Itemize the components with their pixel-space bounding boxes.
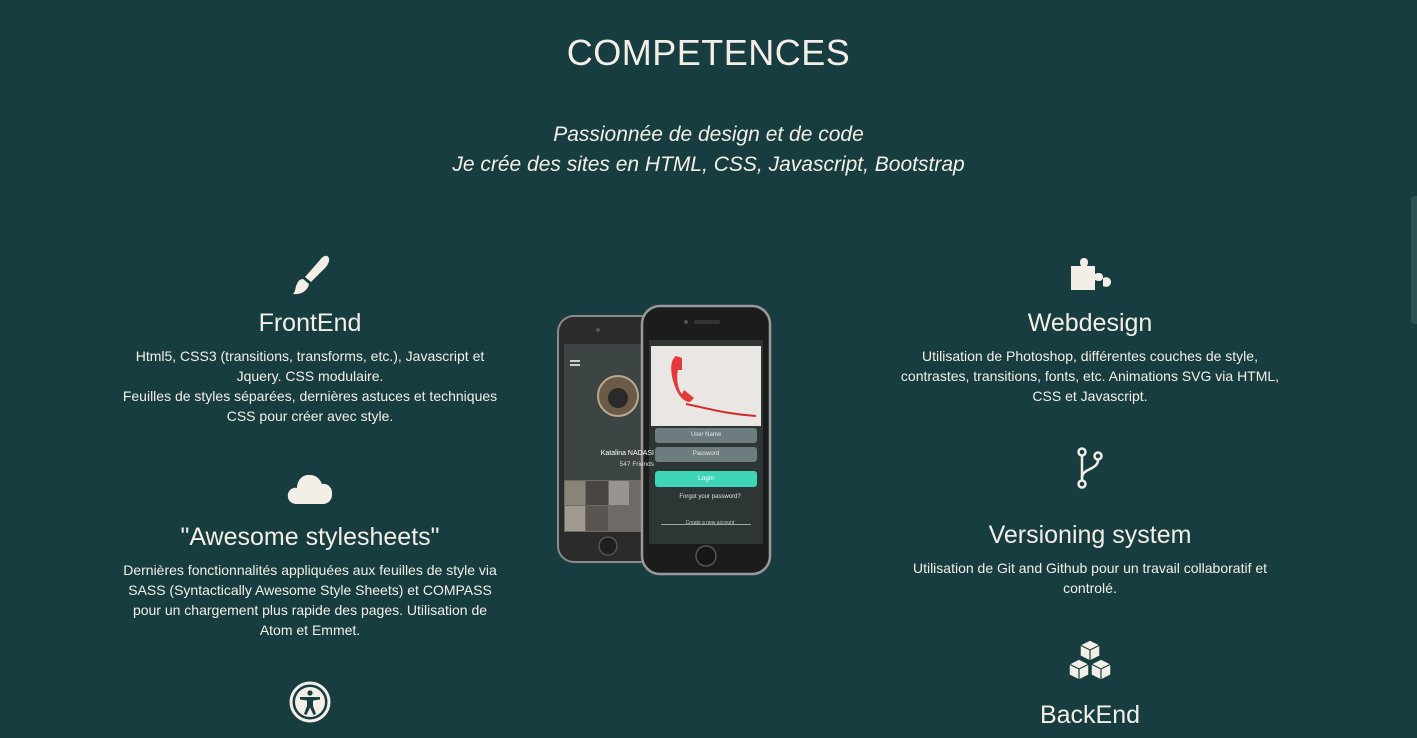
scrollbar-thumb[interactable] xyxy=(1411,196,1417,324)
skill-backend: BackEnd xyxy=(900,638,1280,738)
section-title: COMPETENCES xyxy=(566,32,851,73)
accessibility-icon xyxy=(289,681,331,723)
phone-mockup-illustration xyxy=(557,304,772,576)
skill-webdesign: Webdesign Utilisation de Photoshop, diff… xyxy=(900,252,1280,406)
git-branch-icon xyxy=(1077,447,1103,489)
skill-accessibility xyxy=(120,680,500,726)
skill-description: Html5, CSS3 (transitions, transforms, et… xyxy=(120,346,500,426)
skill-title: "Awesome stylesheets" xyxy=(180,523,440,551)
cubes-icon xyxy=(1068,639,1112,681)
cloud-icon xyxy=(287,474,333,504)
mockup-password-field: Password xyxy=(692,451,720,457)
section-tagline: Passionnée de design et de code Je crée … xyxy=(0,120,1417,180)
skill-description: Utilisation de Git and Github pour un tr… xyxy=(912,560,1268,596)
mockup-login-button: Login xyxy=(698,475,714,482)
skill-stylesheets: "Awesome stylesheets" Dernières fonction… xyxy=(120,466,500,640)
skill-title: Webdesign xyxy=(1027,309,1153,337)
skill-description-line-1: Html5, CSS3 (transitions, transforms, et… xyxy=(135,348,485,384)
mockup-username-field: User Name xyxy=(690,432,722,438)
phone-mockup: Katalina NADASI 547 Friends User Name Pa… xyxy=(556,304,776,576)
puzzle-icon xyxy=(1071,258,1111,290)
tagline-line-1: Passionnée de design et de code xyxy=(553,123,864,146)
skill-versioning: Versioning system Utilisation de Git and… xyxy=(900,446,1280,598)
mockup-create-account-link: Create a new account xyxy=(685,520,735,526)
skill-description: Utilisation de Photoshop, différentes co… xyxy=(900,348,1280,404)
skill-description-line-2: Feuilles de styles séparées, dernières a… xyxy=(122,388,498,424)
skill-title: Versioning system xyxy=(988,521,1192,549)
skill-title: FrontEnd xyxy=(258,309,362,337)
paintbrush-icon xyxy=(293,255,330,295)
mockup-profile-friends: 547 Friends xyxy=(619,461,654,468)
skill-title: BackEnd xyxy=(1039,701,1141,729)
skill-description: Dernières fonctionnalités appliquées aux… xyxy=(123,562,497,638)
skill-frontend: FrontEnd Html5, CSS3 (transitions, trans… xyxy=(120,252,500,426)
mockup-profile-name: Katalina NADASI xyxy=(600,450,654,457)
tagline-line-2: Je crée des sites en HTML, CSS, Javascri… xyxy=(452,153,965,176)
mockup-forgot-link: Forgot your password? xyxy=(679,494,741,500)
